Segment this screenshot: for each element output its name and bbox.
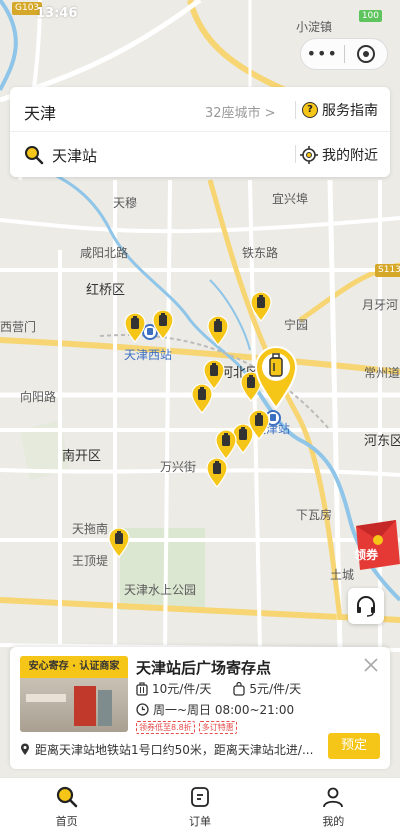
- customer-service-button[interactable]: [348, 588, 384, 624]
- map-label-xianyangbeilu: 咸阳北路: [80, 246, 129, 260]
- road-tag-s113: S113: [375, 264, 400, 277]
- storage-marker-icon[interactable]: [250, 292, 272, 322]
- shop-sign: [26, 694, 66, 702]
- close-circle-icon: [356, 45, 375, 63]
- tab-label: 首页: [55, 815, 78, 828]
- certified-banner: 安心寄存 · 认证商家: [20, 656, 128, 678]
- tab-orders[interactable]: 订单: [133, 778, 266, 832]
- map-label-wanxingjie: 万兴街: [160, 460, 197, 474]
- coupon-label[interactable]: 领券: [354, 546, 378, 563]
- map-label-changzhoudao: 常州道: [364, 366, 400, 380]
- map-label-wangdingdi: 王顶堤: [72, 554, 109, 568]
- large-luggage-icon: [136, 681, 148, 696]
- map-label-tucheng: 土城: [330, 568, 355, 582]
- storage-marker-icon[interactable]: [206, 458, 228, 488]
- city-count-link[interactable]: 32座城市 >: [205, 102, 276, 121]
- miniprogram-capsule: •••: [300, 38, 388, 70]
- map-label-yixingbu: 宜兴埠: [272, 192, 309, 206]
- opening-hours: 周一~周日 08:00~21:00: [136, 701, 294, 718]
- user-icon: [323, 787, 344, 808]
- search-icon: [56, 786, 77, 808]
- map-label-tianjin-west-station: 天津西站: [124, 348, 173, 362]
- nearby-button[interactable]: 我的附近: [300, 145, 378, 165]
- storage-marker-icon[interactable]: [215, 430, 237, 460]
- store-address: 距离天津站地铁站1号口约50米，距离天津站北进/...: [20, 741, 320, 758]
- nearby-label: 我的附近: [322, 148, 378, 164]
- service-guide-label: 服务指南: [322, 103, 378, 119]
- map-label-xiangyanglu: 向阳路: [20, 390, 57, 404]
- map-label-xiyingmen: 西营门: [0, 320, 37, 334]
- selected-storage-marker-icon[interactable]: [254, 346, 298, 410]
- book-button[interactable]: 预定: [328, 733, 380, 759]
- small-bag-icon: [233, 681, 246, 696]
- map-label-ningyuan: 宁园: [284, 318, 309, 332]
- map-label-tianmu: 天穆: [113, 196, 138, 210]
- price-large-item: 10元/件/天: [152, 682, 212, 696]
- map-label-hongqiaoqu: 红桥区: [86, 283, 126, 298]
- close-miniprogram-button[interactable]: [345, 45, 388, 63]
- price-row: 10元/件/天 5元/件/天: [136, 680, 301, 697]
- divider: [295, 101, 296, 119]
- map-label-xiawafang: 下瓦房: [296, 508, 333, 522]
- search-icon: [25, 146, 44, 165]
- address-text: 距离天津站地铁站1号口约50米，距离天津站北进/...: [35, 743, 314, 757]
- map-label-shuishang-park: 天津水上公园: [124, 583, 197, 597]
- store-photo: 安心寄存 · 认证商家: [20, 656, 128, 732]
- promo-tags: 领券低至8.8折 多订特惠: [136, 721, 241, 734]
- shop-window: [98, 690, 112, 726]
- search-card: 天津 32座城市 > ? 服务指南 天津站 我的附近: [10, 87, 390, 177]
- map-label-yueyahe: 月牙河: [362, 298, 399, 312]
- bottom-tab-bar: 首页 订单 我的: [0, 777, 400, 832]
- location-pin-icon: [21, 743, 29, 755]
- status-bar: G103 13:46 100: [0, 0, 400, 26]
- shop-door: [74, 686, 96, 726]
- close-icon[interactable]: [362, 656, 380, 674]
- search-input[interactable]: 天津站: [52, 145, 97, 166]
- storage-marker-icon[interactable]: [124, 313, 146, 343]
- service-guide-button[interactable]: ? 服务指南: [302, 100, 378, 120]
- map-label-hedongqu: 河东区: [364, 434, 400, 449]
- city-row: 天津 32座城市 > ? 服务指南: [10, 87, 390, 132]
- storage-marker-icon[interactable]: [207, 316, 229, 346]
- tab-home[interactable]: 首页: [0, 778, 133, 832]
- clock-icon: [136, 703, 149, 716]
- order-icon: [191, 787, 209, 807]
- store-card[interactable]: 安心寄存 · 认证商家 天津站后广场寄存点 10元/件/天 5元/件/天 周一~…: [10, 647, 390, 769]
- map-label-nankaiqu: 南开区: [62, 449, 102, 464]
- price-small-item: 5元/件/天: [249, 682, 302, 696]
- divider: [295, 145, 296, 163]
- status-time: 13:46: [36, 6, 78, 21]
- city-name[interactable]: 天津: [24, 100, 56, 124]
- map-label-tiedonglu: 铁东路: [242, 246, 279, 260]
- question-icon: ?: [302, 102, 318, 118]
- promo-tag: 领券低至8.8折: [136, 721, 195, 734]
- hours-text: 周一~周日 08:00~21:00: [153, 703, 295, 717]
- map-label-tiantuonan: 天拖南: [72, 522, 109, 536]
- store-name: 天津站后广场寄存点: [136, 659, 272, 677]
- tab-profile[interactable]: 我的: [267, 778, 400, 832]
- tab-label: 订单: [188, 815, 211, 828]
- headset-icon: [357, 596, 375, 617]
- tab-label: 我的: [322, 815, 345, 828]
- storage-marker-icon[interactable]: [152, 310, 174, 340]
- battery-icon: 100: [358, 10, 382, 22]
- search-row: 天津站 我的附近: [10, 133, 390, 177]
- storage-marker-icon[interactable]: [191, 384, 213, 414]
- more-menu-icon[interactable]: •••: [301, 39, 344, 69]
- storage-marker-icon[interactable]: [108, 528, 130, 558]
- promo-tag: 多订特惠: [198, 721, 237, 734]
- locate-icon: [300, 146, 318, 164]
